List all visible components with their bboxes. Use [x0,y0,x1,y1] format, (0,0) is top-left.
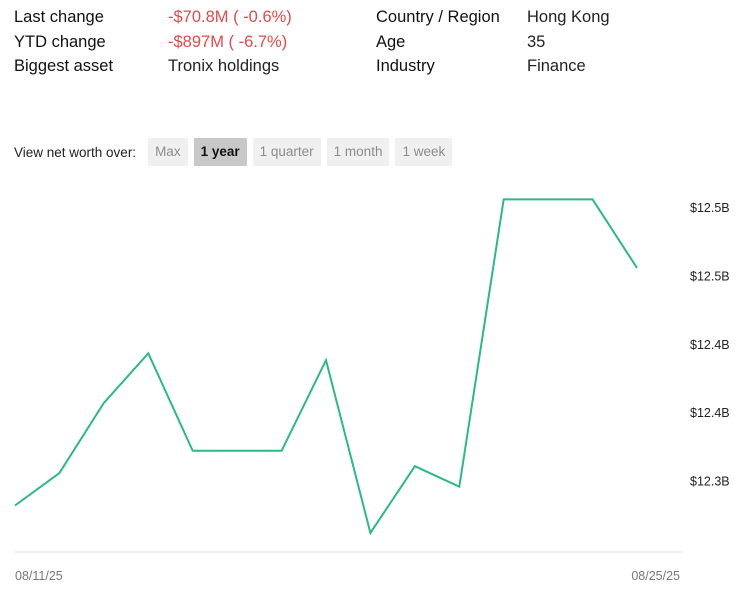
range-label: View net worth over: [14,144,137,160]
net-worth-series-line [14,198,638,536]
y-tick-label: $12.3B [690,475,730,489]
age-label: Age [376,32,406,51]
range-1-month-button[interactable]: 1 month [326,138,390,166]
industry-label: Industry [376,57,435,75]
range-1-week-button[interactable]: 1 week [395,138,453,166]
ytd-change-label: YTD change [14,32,106,51]
y-tick-label: $12.5B [690,269,730,283]
x-axis-ticks: 08/11/25 08/25/25 [15,569,680,583]
stat-row: YTD change -$897M ( -6.7%) Age 35 [14,33,734,58]
range-max-button[interactable]: Max [148,138,188,166]
range-selector: View net worth over: Max 1 year 1 quarte… [14,137,458,167]
range-1-year-button[interactable]: 1 year [193,138,247,166]
net-worth-chart: $12.5B$12.5B$12.4B$12.4B$12.3B 08/11/25 0… [14,198,730,583]
stat-row: Last change -$70.8M ( -0.6%) Country / R… [14,8,734,33]
biggest-asset-label: Biggest asset [14,57,114,75]
y-tick-label: $12.4B [690,338,730,352]
biggest-asset-value: Tronix holdings [168,57,280,75]
x-tick-label: 08/25/25 [631,569,680,583]
age-value: 35 [527,32,546,51]
y-tick-label: $12.4B [690,406,730,420]
last-change-value: -$70.8M ( -0.6%) [168,8,292,26]
profile-stats: Last change -$70.8M ( -0.6%) Country / R… [14,8,734,82]
ytd-change-value: -$897M ( -6.7%) [168,32,288,51]
stat-row: Biggest asset Tronix holdings Industry F… [14,57,734,82]
last-change-label: Last change [14,8,104,26]
industry-value: Finance [527,57,586,75]
country-value: Hong Kong [527,8,610,26]
x-tick-label: 08/11/25 [15,569,63,583]
country-label: Country / Region [376,8,500,26]
range-1-quarter-button[interactable]: 1 quarter [252,138,321,166]
y-axis-ticks: $12.5B $12.5B $12.4B $12.4B $12.3B [690,201,730,489]
y-tick-label: $12.5B [690,201,730,215]
